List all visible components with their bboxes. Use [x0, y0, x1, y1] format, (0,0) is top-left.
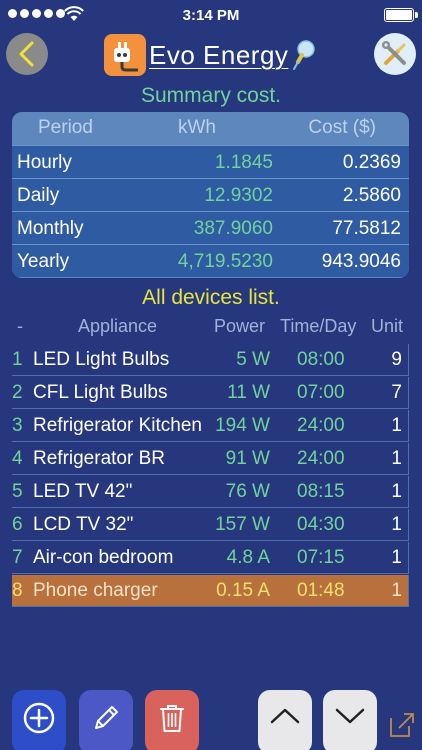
- summary-header-period: Period: [38, 117, 93, 138]
- summary-cost: 0.2369: [342, 152, 401, 173]
- device-power: 157 W: [215, 514, 270, 535]
- summary-cost: 77.5812: [332, 218, 401, 239]
- device-number: 6: [12, 514, 23, 535]
- device-number: 7: [12, 547, 23, 568]
- devices-header-row: - Appliance Power Time/Day Unit: [0, 316, 422, 340]
- device-power: 11 W: [227, 382, 270, 403]
- device-power: 5 W: [236, 349, 270, 370]
- add-device-button[interactable]: [12, 690, 66, 750]
- summary-kwh: 4,719.5230: [177, 251, 273, 272]
- device-name: Refrigerator Kitchen: [33, 415, 202, 436]
- summary-row-monthly: Monthly 387.9060 77.5812: [12, 211, 409, 244]
- chevron-down-icon: [335, 708, 365, 724]
- plug-icon: [104, 34, 146, 76]
- summary-header-row: Period kWh Cost ($): [12, 112, 409, 145]
- summary-period: Yearly: [17, 251, 70, 272]
- device-time: 01:48: [297, 580, 345, 601]
- device-row[interactable]: 2 CFL Light Bulbs 11 W 07:00 7: [12, 377, 409, 409]
- device-number: 2: [12, 382, 23, 403]
- move-down-button[interactable]: [323, 690, 377, 750]
- device-name: LED Light Bulbs: [33, 349, 170, 370]
- device-number: 1: [12, 349, 23, 370]
- app-logo: Evo Energy: [104, 34, 318, 76]
- device-name: LED TV 42": [33, 481, 133, 502]
- summary-kwh: 387.9060: [193, 218, 273, 239]
- device-power: 4.8 A: [226, 547, 270, 568]
- summary-header-cost: Cost ($): [308, 117, 376, 138]
- summary-period: Monthly: [17, 218, 84, 239]
- summary-kwh: 1.1845: [214, 152, 273, 173]
- device-row[interactable]: 6 LCD TV 32" 157 W 04:30 1: [12, 509, 409, 541]
- device-unit: 1: [391, 415, 402, 436]
- device-row-selected[interactable]: 8 Phone charger 0.15 A 01:48 1: [12, 575, 409, 607]
- device-unit: 9: [391, 349, 402, 370]
- devices-header-unit: Unit: [371, 316, 404, 336]
- device-name: LCD TV 32": [33, 514, 134, 535]
- move-up-button[interactable]: [258, 690, 312, 750]
- device-unit: 1: [391, 448, 402, 469]
- device-number: 4: [12, 448, 23, 469]
- devices-header-num: -: [17, 316, 23, 336]
- device-unit: 1: [391, 547, 402, 568]
- summary-period: Hourly: [17, 152, 72, 173]
- summary-row-daily: Daily 12.9302 2.5860: [12, 178, 409, 211]
- devices-header-time: Time/Day: [280, 316, 357, 336]
- delete-device-button[interactable]: [145, 690, 199, 750]
- device-time: 08:00: [297, 349, 345, 370]
- lightbulb-icon: [293, 40, 316, 70]
- device-name: Phone charger: [33, 580, 158, 601]
- device-row[interactable]: 4 Refrigerator BR 91 W 24:00 1: [12, 443, 409, 475]
- device-power: 91 W: [225, 448, 270, 469]
- device-number: 8: [12, 580, 23, 601]
- edit-device-button[interactable]: [79, 690, 133, 750]
- summary-period: Daily: [17, 185, 60, 206]
- device-unit: 1: [391, 514, 402, 535]
- summary-title: Summary cost.: [140, 84, 282, 107]
- plus-circle-icon: [23, 702, 55, 734]
- device-row[interactable]: 5 LED TV 42" 76 W 08:15 1: [12, 476, 409, 508]
- status-time: 3:14 PM: [182, 7, 240, 24]
- device-time: 07:15: [297, 547, 345, 568]
- devices-header-appliance: Appliance: [78, 316, 158, 336]
- device-power: 194 W: [215, 415, 270, 436]
- devices-header-power: Power: [214, 316, 266, 336]
- device-row[interactable]: 3 Refrigerator Kitchen 194 W 24:00 1: [12, 410, 409, 442]
- device-unit: 1: [391, 481, 402, 502]
- chevron-left-icon: [19, 41, 34, 67]
- summary-row-yearly: Yearly 4,719.5230 943.9046: [12, 244, 409, 277]
- summary-header-kwh: kWh: [178, 117, 216, 138]
- device-unit: 1: [391, 580, 402, 601]
- share-icon[interactable]: [389, 712, 415, 738]
- chevron-up-icon: [270, 708, 300, 724]
- battery-icon: [384, 8, 418, 22]
- tools-icon: [382, 41, 406, 65]
- device-time: 24:00: [297, 448, 345, 469]
- device-time: 04:30: [297, 514, 345, 535]
- device-number: 5: [12, 481, 23, 502]
- device-time: 24:00: [297, 415, 345, 436]
- status-bar: 3:14 PM: [0, 0, 422, 30]
- back-button[interactable]: [6, 33, 48, 75]
- summary-kwh: 12.9302: [204, 185, 273, 206]
- device-power: 76 W: [225, 481, 270, 502]
- device-name: Air-con bedroom: [33, 547, 174, 568]
- settings-button[interactable]: [374, 33, 416, 75]
- device-name: Refrigerator BR: [33, 448, 165, 469]
- device-time: 07:00: [297, 382, 345, 403]
- app-title: Evo Energy: [149, 39, 289, 70]
- summary-table: Period kWh Cost ($) Hourly 1.1845 0.2369…: [12, 112, 409, 278]
- summary-cost: 2.5860: [342, 185, 401, 206]
- trash-icon: [160, 705, 184, 732]
- summary-cost: 943.9046: [321, 251, 401, 272]
- summary-row-hourly: Hourly 1.1845 0.2369: [12, 145, 409, 178]
- device-number: 3: [12, 415, 23, 436]
- device-name: CFL Light Bulbs: [33, 382, 168, 403]
- device-row[interactable]: 7 Air-con bedroom 4.8 A 07:15 1: [12, 542, 409, 574]
- devices-title: All devices list.: [142, 286, 280, 309]
- device-row[interactable]: 1 LED Light Bulbs 5 W 08:00 9: [12, 344, 409, 376]
- device-time: 08:15: [297, 481, 345, 502]
- pencil-icon: [95, 706, 118, 729]
- device-power: 0.15 A: [216, 580, 270, 601]
- device-unit: 7: [391, 382, 402, 403]
